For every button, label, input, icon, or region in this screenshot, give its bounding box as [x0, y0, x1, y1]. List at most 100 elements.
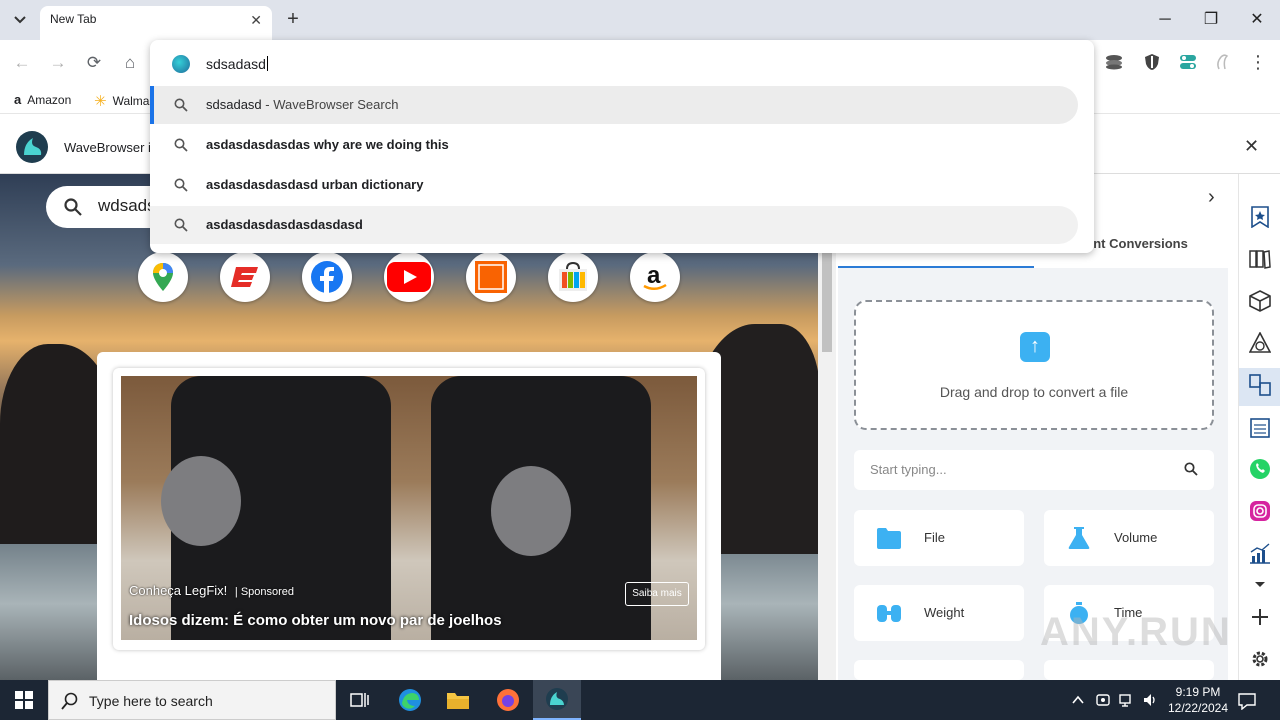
shield-extension-icon[interactable] — [1142, 52, 1162, 72]
address-bar[interactable]: sdsadasd — [150, 40, 1094, 86]
shortcut-facebook[interactable] — [302, 252, 352, 302]
upload-arrow-icon: ↑ — [1020, 332, 1050, 362]
rail-chart-button[interactable] — [1247, 540, 1273, 566]
taskbar-wavebrowser[interactable] — [533, 680, 581, 720]
tray-network-icon[interactable] — [1119, 692, 1135, 708]
convert-weight-button[interactable]: Weight — [854, 585, 1024, 641]
convert-more-button[interactable] — [854, 660, 1024, 680]
svg-text:a: a — [647, 262, 661, 289]
convert-file-button[interactable]: File — [854, 510, 1024, 566]
taskbar-clock[interactable]: 9:19 PM 12/22/2024 — [1162, 684, 1234, 716]
info-bar-close-icon[interactable]: ✕ — [1244, 136, 1259, 157]
title-bar: New Tab ✕ + ─ ❐ ✕ — [0, 0, 1280, 40]
chevron-down-icon — [14, 16, 26, 24]
converter-search-input[interactable]: Start typing... — [854, 450, 1214, 490]
toggle-extension-icon[interactable] — [1178, 52, 1198, 72]
omnibox-dropdown: sdsadasd sdsadasd - WaveBrowser Search a… — [150, 40, 1094, 253]
close-window-button[interactable]: ✕ — [1234, 8, 1280, 32]
shortcut-google-maps[interactable] — [138, 252, 188, 302]
rail-shapes-button[interactable] — [1247, 330, 1273, 356]
ad-image[interactable]: Conheça LegFix! | Sponsored Idosos dizem… — [121, 376, 697, 640]
google-maps-icon — [153, 263, 173, 291]
facebook-icon — [311, 261, 343, 293]
rail-reading-list-button[interactable] — [1247, 246, 1273, 272]
taskbar-search-box[interactable]: Type here to search — [48, 680, 336, 720]
stack-extension-icon[interactable] — [1104, 52, 1124, 72]
rail-more-button[interactable] — [1247, 572, 1273, 598]
selected-indicator — [150, 86, 154, 124]
notifications-icon[interactable] — [1238, 692, 1256, 710]
new-tab-button[interactable]: + — [282, 8, 304, 30]
wavebrowser-logo-icon — [16, 131, 48, 163]
maximize-button[interactable]: ❐ — [1188, 8, 1234, 32]
wave-extension-icon[interactable] — [1212, 52, 1232, 72]
tab-close-icon[interactable]: ✕ — [250, 12, 262, 29]
ad-brand-name: Conheça LegFix! — [129, 583, 228, 598]
rail-settings-button[interactable] — [1247, 646, 1273, 672]
menu-icon[interactable]: ⋮ — [1248, 52, 1268, 72]
rail-bookmark-button[interactable] — [1247, 204, 1273, 230]
suggestion-item[interactable]: asdasdasdasdas why are we doing this — [150, 126, 1078, 164]
converter-icon — [1249, 374, 1271, 396]
shapes-icon — [1249, 332, 1271, 353]
suggestion-item[interactable]: asdasdasdasdasd urban dictionary — [150, 166, 1078, 204]
shortcut-microsoft-store[interactable] — [548, 252, 598, 302]
taskbar-file-explorer[interactable] — [434, 680, 482, 720]
back-button[interactable]: ← — [11, 52, 33, 74]
taskbar-edge[interactable] — [386, 680, 434, 720]
task-view-button[interactable] — [336, 680, 384, 720]
rail-box-button[interactable] — [1247, 288, 1273, 314]
minimize-button[interactable]: ─ — [1142, 8, 1188, 32]
forward-button[interactable]: → — [47, 52, 69, 74]
search-icon — [174, 98, 188, 112]
rail-add-button[interactable] — [1247, 604, 1273, 630]
rail-converter-button[interactable] — [1247, 372, 1273, 398]
suggestion-query: asdasdasdasdas — [206, 137, 311, 152]
convert-weight-label: Weight — [924, 605, 965, 620]
shortcut-amazon[interactable]: a — [630, 252, 680, 302]
ad-cta-button[interactable]: Saiba mais — [625, 582, 689, 606]
rail-whatsapp-button[interactable] — [1247, 456, 1273, 482]
suggestion-query: sdsadasd — [206, 97, 262, 112]
suggestion-query: asdasdasdasdasd — [206, 177, 319, 192]
tab-recent-conversions[interactable]: ent Conversions — [1086, 236, 1188, 251]
firefox-icon — [497, 689, 519, 711]
suggestion-text: sdsadasd - WaveBrowser Search — [206, 97, 398, 112]
start-button[interactable] — [0, 680, 48, 720]
tab-search-button[interactable] — [6, 6, 34, 34]
convert-volume-button[interactable]: Volume — [1044, 510, 1214, 566]
beaker-icon — [1068, 527, 1090, 549]
tab-new-tab[interactable]: New Tab ✕ — [40, 6, 272, 40]
ad-title: Idosos dizem: É como obter um novo par d… — [129, 612, 502, 629]
bookmark-walmart[interactable]: ✳ Walma — [94, 92, 149, 110]
tray-chevron-up-icon[interactable] — [1070, 692, 1086, 708]
suggestion-item[interactable]: sdsadasd - WaveBrowser Search — [150, 86, 1078, 124]
shortcut-home-depot[interactable] — [466, 252, 516, 302]
ad-brand: Conheça LegFix! | Sponsored — [129, 583, 295, 598]
scroll-thumb[interactable] — [822, 252, 832, 352]
text-caret — [266, 56, 268, 71]
suggestion-text: asdasdasdasdasdasdasd — [206, 217, 363, 232]
reload-button[interactable]: ⟳ — [83, 52, 105, 74]
shortcut-espn[interactable] — [220, 252, 270, 302]
convert-file-label: File — [924, 530, 945, 545]
tray-volume-icon[interactable] — [1142, 692, 1158, 708]
file-dropzone[interactable]: ↑ Drag and drop to convert a file — [854, 300, 1214, 430]
rail-calendar-button[interactable] — [1247, 414, 1273, 440]
edge-icon — [399, 689, 421, 711]
chart-icon — [1250, 543, 1270, 564]
address-input[interactable]: sdsadasd — [206, 56, 268, 72]
suggestion-item[interactable]: asdasdasdasdasdasdasd — [150, 206, 1078, 244]
shortcut-youtube[interactable] — [384, 252, 434, 302]
collapse-panel-icon[interactable]: › — [1208, 186, 1215, 209]
search-icon — [174, 138, 188, 152]
task-view-icon — [350, 693, 369, 707]
settings-icon — [1252, 651, 1268, 667]
taskbar-firefox[interactable] — [484, 680, 532, 720]
convert-more-button[interactable] — [1044, 660, 1214, 680]
home-button[interactable]: ⌂ — [119, 52, 141, 74]
tray-network-device-icon[interactable] — [1095, 692, 1111, 708]
address-input-value: sdsadasd — [206, 56, 266, 72]
rail-instagram-button[interactable] — [1247, 498, 1273, 524]
bookmark-amazon[interactable]: a Amazon — [14, 92, 71, 107]
